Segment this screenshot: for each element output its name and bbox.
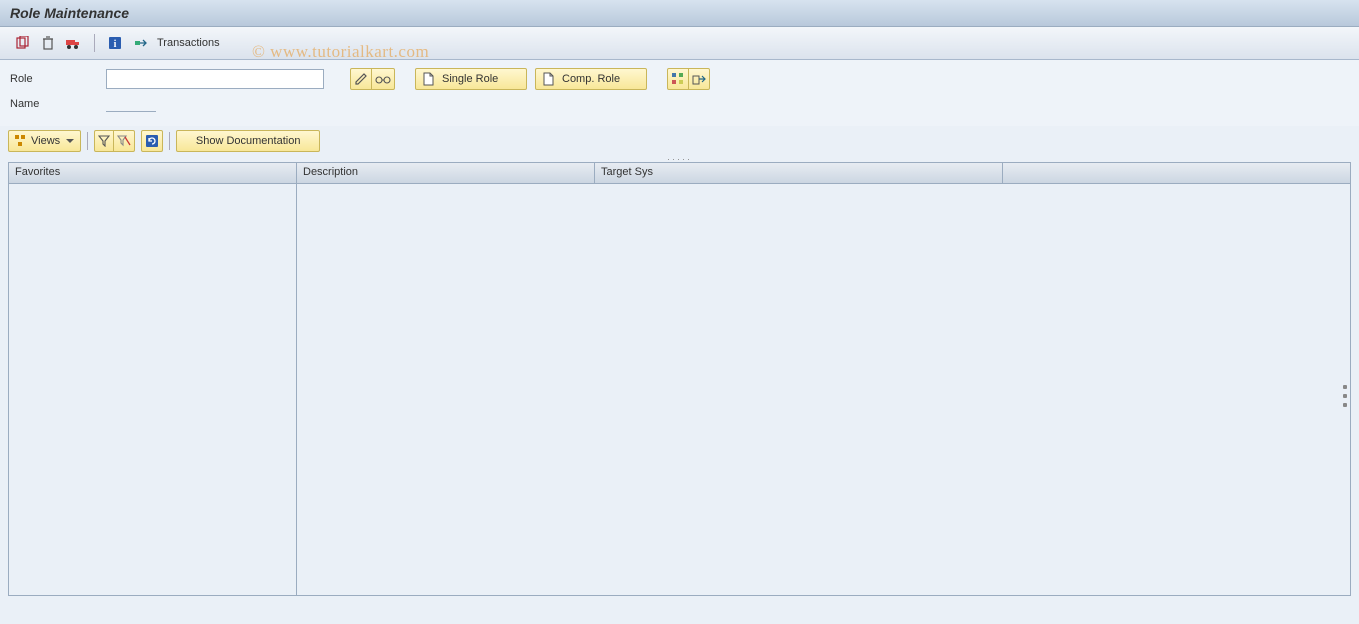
- export-icon: [692, 72, 706, 86]
- overview-icon: [671, 72, 685, 86]
- app-toolbar: i Transactions: [0, 27, 1359, 60]
- name-value: [106, 96, 156, 112]
- col-header-favorites[interactable]: Favorites: [9, 163, 297, 183]
- filter-off-icon: [117, 135, 131, 147]
- refresh-button[interactable]: [141, 130, 163, 152]
- col-header-blank: [1003, 163, 1350, 183]
- delete-icon[interactable]: [38, 33, 58, 53]
- views-label: Views: [31, 135, 60, 147]
- toolbar-separator: [87, 132, 88, 150]
- glasses-icon: [375, 72, 391, 86]
- single-role-label: Single Role: [438, 73, 502, 85]
- filter-button[interactable]: [94, 130, 114, 152]
- comp-role-label: Comp. Role: [558, 73, 624, 85]
- overview-button[interactable]: [667, 68, 689, 90]
- toolbar-separator: [169, 132, 170, 150]
- toolbar-separator: [94, 34, 95, 52]
- role-label: Role: [10, 73, 98, 85]
- titlebar: Role Maintenance: [0, 0, 1359, 27]
- views-dropdown[interactable]: Views: [8, 130, 81, 152]
- filter-group: [94, 130, 135, 152]
- transactions-label[interactable]: Transactions: [157, 37, 220, 49]
- filter-delete-button[interactable]: [113, 130, 135, 152]
- extra-group: [667, 68, 710, 90]
- tree-icon: [15, 135, 27, 147]
- info-icon[interactable]: i: [105, 33, 125, 53]
- page-title: Role Maintenance: [10, 5, 129, 21]
- svg-text:i: i: [114, 39, 117, 50]
- favorites-tree-panel[interactable]: [9, 184, 297, 595]
- col-header-target-sys[interactable]: Target Sys: [595, 163, 1003, 183]
- pencil-icon: [354, 72, 368, 86]
- single-role-button[interactable]: Single Role: [415, 68, 527, 90]
- content-area: Role Single Role Comp. Role: [0, 60, 1359, 126]
- col-header-description[interactable]: Description: [297, 163, 595, 183]
- transport-icon[interactable]: [64, 33, 84, 53]
- name-row: Name: [10, 96, 1349, 112]
- details-panel[interactable]: [297, 184, 1350, 595]
- export-button[interactable]: [688, 68, 710, 90]
- comp-role-button[interactable]: Comp. Role: [535, 68, 647, 90]
- assign-transactions-icon[interactable]: [131, 33, 151, 53]
- show-documentation-button[interactable]: Show Documentation: [176, 130, 320, 152]
- sap-window: Role Maintenance i Transactions Role: [0, 0, 1359, 624]
- name-label: Name: [10, 98, 98, 110]
- copy-icon[interactable]: [12, 33, 32, 53]
- vertical-scroll-hint[interactable]: [1342, 384, 1348, 408]
- document-icon: [542, 72, 554, 86]
- refresh-icon: [145, 134, 159, 148]
- chevron-down-icon: [66, 139, 74, 143]
- edit-button[interactable]: [350, 68, 372, 90]
- favorites-table: Favorites Description Target Sys: [8, 162, 1351, 596]
- display-button[interactable]: [371, 68, 395, 90]
- document-icon: [422, 72, 434, 86]
- views-toolbar: Views Show Documentation: [0, 126, 1359, 156]
- table-body: [9, 184, 1350, 595]
- show-doc-label: Show Documentation: [196, 135, 301, 147]
- role-row: Role Single Role Comp. Role: [10, 68, 1349, 90]
- role-input[interactable]: [106, 69, 324, 89]
- edit-display-group: [350, 68, 395, 90]
- filter-icon: [98, 135, 110, 147]
- table-header-row: Favorites Description Target Sys: [9, 163, 1350, 184]
